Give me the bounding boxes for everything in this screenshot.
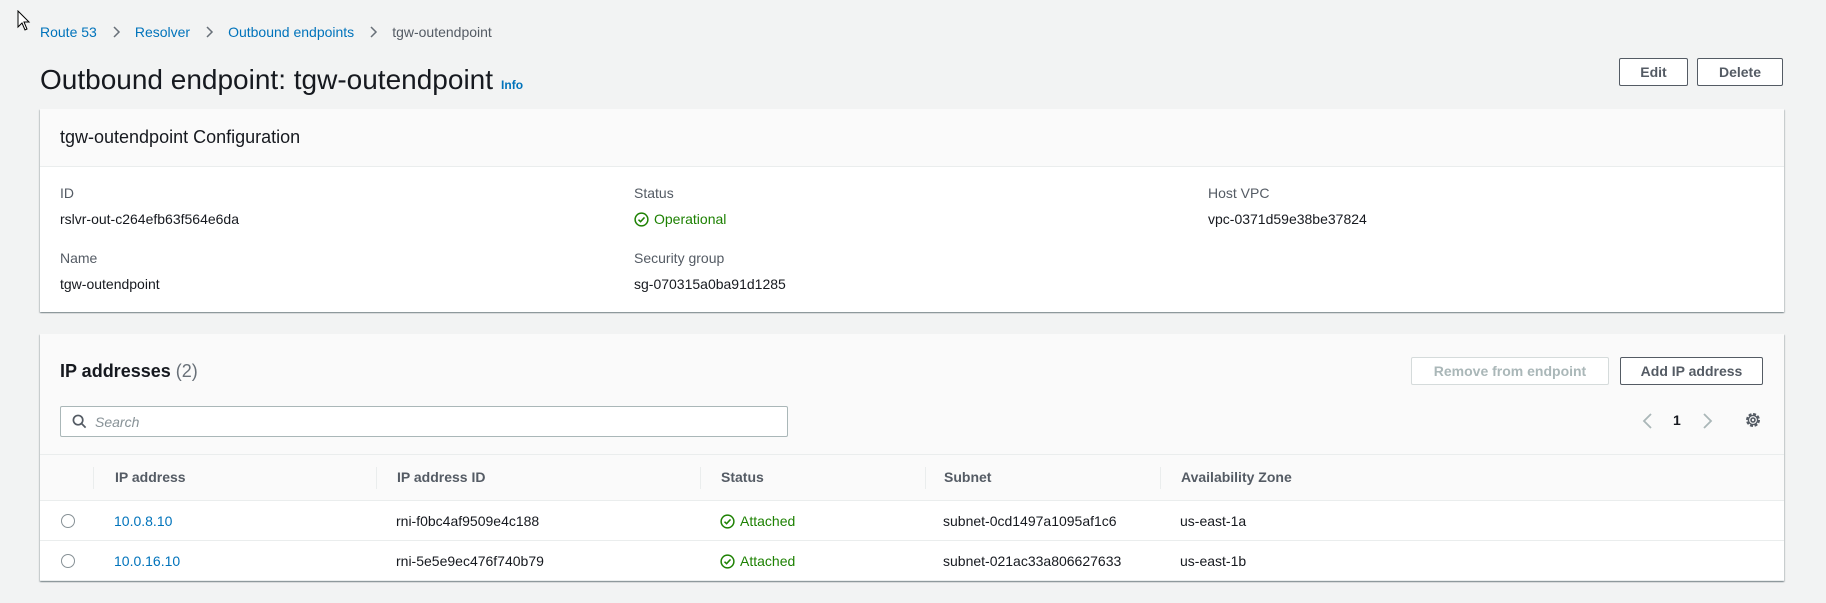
breadcrumb-resolver[interactable]: Resolver [135, 24, 190, 40]
ip-address-link[interactable]: 10.0.16.10 [114, 553, 180, 569]
column-header-ip-address-id[interactable]: IP address ID [397, 469, 485, 485]
status-cell: Attached [720, 513, 795, 529]
breadcrumb-route53[interactable]: Route 53 [40, 24, 97, 40]
id-value: rslvr-out-c264efb63f564e6da [60, 211, 240, 227]
ip-addresses-count: (2) [175, 361, 198, 381]
check-circle-icon [720, 553, 735, 569]
info-link[interactable]: Info [501, 78, 523, 92]
column-header-subnet[interactable]: Subnet [944, 469, 991, 485]
configuration-header: tgw-outendpoint Configuration [40, 109, 1784, 167]
subnet-cell: subnet-0cd1497a1095af1c6 [943, 513, 1117, 529]
chevron-right-icon [206, 26, 214, 38]
column-divider [1160, 467, 1161, 489]
column-header-ip-address[interactable]: IP address [115, 469, 186, 485]
status-cell: Attached [720, 553, 795, 569]
column-header-availability-zone[interactable]: Availability Zone [1181, 469, 1292, 485]
breadcrumb-outbound-endpoints[interactable]: Outbound endpoints [228, 24, 354, 40]
configuration-panel: tgw-outendpoint Configuration ID rslvr-o… [40, 109, 1784, 312]
table-header: IP address IP address ID Status Subnet A… [40, 454, 1784, 501]
security-group-value: sg-070315a0ba91d1285 [634, 276, 786, 292]
previous-page-icon[interactable] [1640, 412, 1656, 430]
ip-addresses-panel: IP addresses (2) Remove from endpoint Ad… [40, 334, 1784, 581]
availability-zone-cell: us-east-1b [1180, 553, 1247, 569]
ip-addresses-title: IP addresses (2) [60, 361, 198, 382]
column-divider [93, 467, 94, 489]
status-value: Operational [634, 211, 726, 227]
check-circle-icon [720, 513, 735, 529]
ip-addresses-title-text: IP addresses [60, 361, 171, 381]
edit-button[interactable]: Edit [1619, 58, 1688, 86]
status-text: Attached [740, 553, 796, 569]
chevron-right-icon [370, 26, 378, 38]
column-divider [925, 467, 926, 489]
host-vpc-label: Host VPC [1208, 185, 1270, 201]
row-select-radio[interactable] [61, 514, 75, 528]
breadcrumb-current: tgw-outendpoint [392, 24, 492, 40]
page-title-text: Outbound endpoint: tgw-outendpoint [40, 64, 494, 95]
ip-address-id-cell: rni-f0bc4af9509e4c188 [396, 513, 540, 529]
host-vpc-field: Host VPC vpc-0371d59e38be37824 [1208, 185, 1367, 227]
mouse-cursor-icon [17, 10, 31, 31]
security-group-label: Security group [634, 250, 725, 266]
breadcrumb: Route 53 Resolver Outbound endpoints tgw… [40, 24, 492, 40]
status-field: Status Operational [634, 185, 726, 227]
chevron-right-icon [113, 26, 120, 38]
column-header-status[interactable]: Status [721, 469, 764, 485]
status-text: Operational [654, 211, 727, 227]
id-field: ID rslvr-out-c264efb63f564e6da [60, 185, 239, 227]
search-input[interactable] [95, 413, 695, 430]
check-circle-icon [634, 211, 649, 227]
status-label: Status [634, 185, 674, 201]
gear-icon[interactable] [1744, 411, 1762, 429]
ip-address-id-cell: rni-5e5e9ec476f740b79 [396, 553, 544, 569]
row-select-radio[interactable] [61, 554, 75, 568]
column-divider [700, 467, 701, 489]
host-vpc-value: vpc-0371d59e38be37824 [1208, 211, 1367, 227]
page-title: Outbound endpoint: tgw-outendpoint Info [40, 64, 523, 96]
column-divider [376, 467, 377, 489]
next-page-icon[interactable] [1699, 412, 1715, 430]
name-value: tgw-outendpoint [60, 276, 160, 292]
subnet-cell: subnet-021ac33a806627633 [943, 553, 1122, 569]
availability-zone-cell: us-east-1a [1180, 513, 1247, 529]
name-field: Name tgw-outendpoint [60, 250, 160, 292]
search-box[interactable] [60, 406, 788, 437]
ip-address-link[interactable]: 10.0.8.10 [114, 513, 172, 529]
name-label: Name [60, 250, 98, 266]
ip-addresses-header: IP addresses (2) Remove from endpoint Ad… [40, 334, 1784, 454]
delete-button[interactable]: Delete [1697, 58, 1783, 86]
ip-addresses-table: IP address IP address ID Status Subnet A… [40, 454, 1784, 581]
table-row[interactable]: 10.0.8.10 rni-f0bc4af9509e4c188 Attached… [40, 501, 1784, 541]
add-ip-address-button[interactable]: Add IP address [1620, 357, 1763, 385]
security-group-field: Security group sg-070315a0ba91d1285 [634, 250, 786, 292]
table-row[interactable]: 10.0.16.10 rni-5e5e9ec476f740b79 Attache… [40, 541, 1784, 581]
search-icon [72, 414, 87, 429]
page-number[interactable]: 1 [1673, 412, 1681, 428]
id-label: ID [60, 185, 74, 201]
status-text: Attached [740, 513, 796, 529]
remove-from-endpoint-button[interactable]: Remove from endpoint [1411, 357, 1609, 385]
